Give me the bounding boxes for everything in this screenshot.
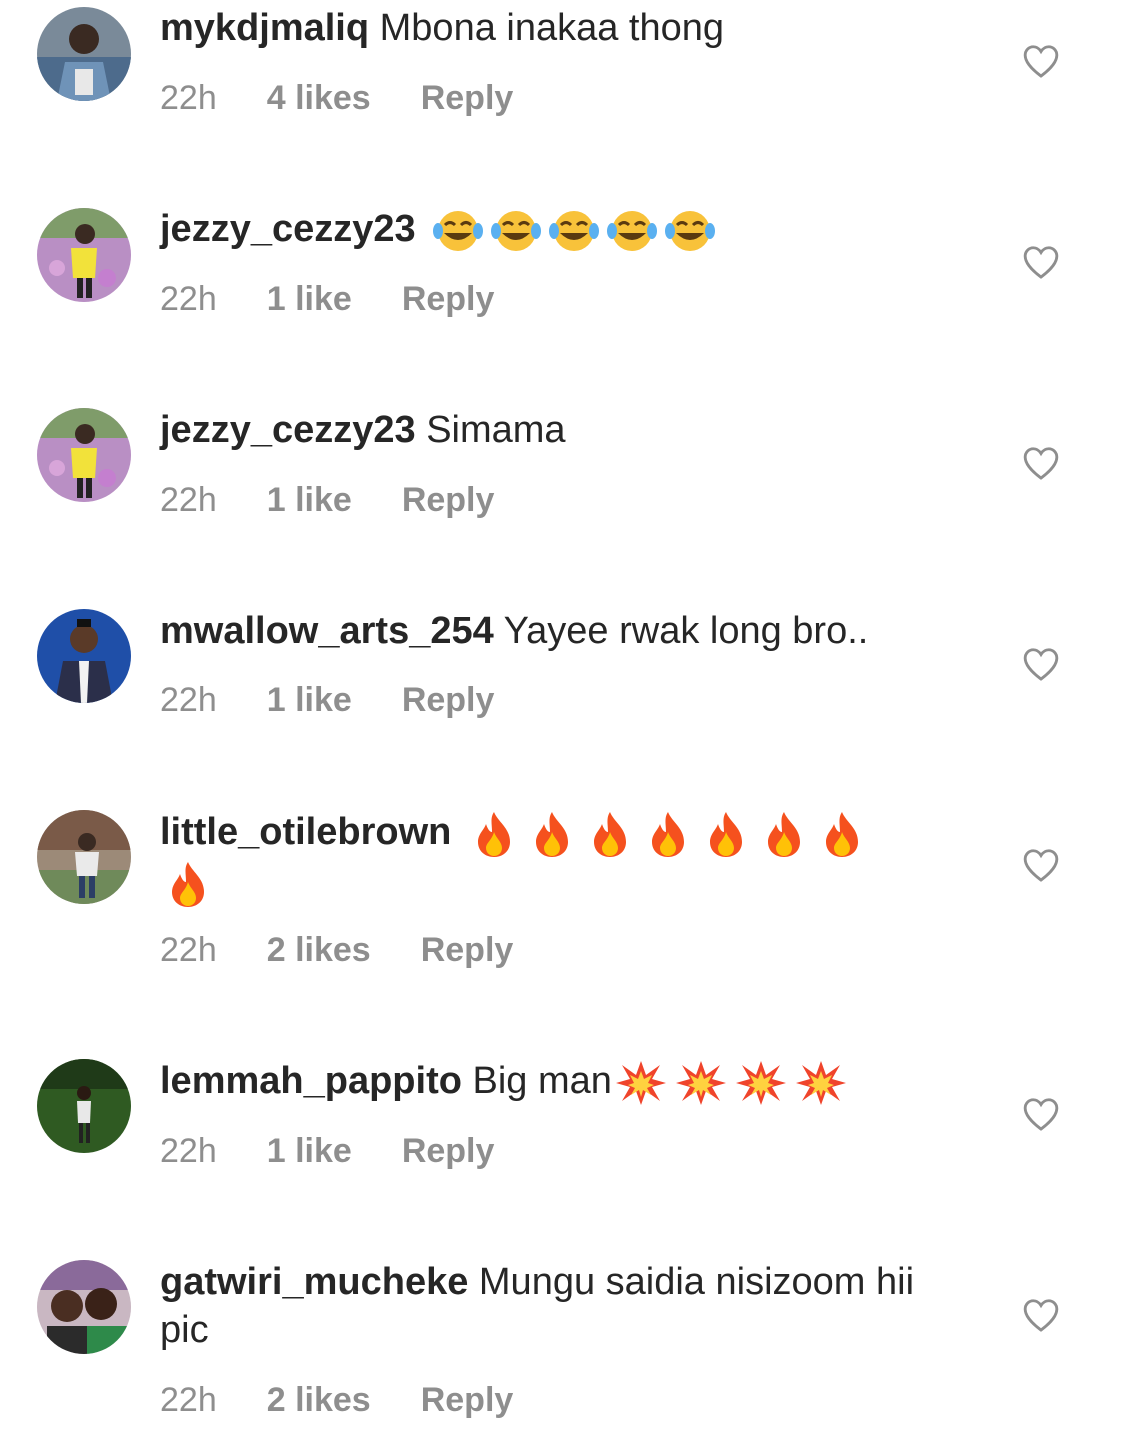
- reply-button[interactable]: Reply: [402, 680, 495, 720]
- reply-button[interactable]: Reply: [402, 480, 495, 520]
- comment-text: Yayee rwak long bro..: [503, 610, 869, 652]
- comment-time: 22h: [160, 1381, 217, 1419]
- comment-time: 22h: [160, 79, 217, 117]
- collision-emoji: [614, 1059, 668, 1107]
- collision-emoji: [674, 1059, 728, 1107]
- collision-emoji: [734, 1059, 788, 1107]
- heart-outline-icon[interactable]: [1022, 445, 1060, 481]
- avatar-selfie-icon: [37, 1260, 131, 1354]
- tears-of-joy-emoji: [490, 209, 542, 253]
- heart-outline-icon[interactable]: [1022, 244, 1060, 280]
- avatar[interactable]: [37, 7, 131, 101]
- avatar[interactable]: [37, 408, 131, 502]
- avatar-flower-field-icon: [37, 208, 131, 302]
- avatar-green-field-icon: [37, 1059, 131, 1153]
- comment-likes[interactable]: 1 like: [267, 1131, 352, 1171]
- tears-of-joy-emoji: [548, 209, 600, 253]
- comment-time: 22h: [160, 931, 217, 969]
- comment-username[interactable]: gatwiri_mucheke: [160, 1261, 468, 1303]
- comment-username[interactable]: lemmah_pappito: [160, 1060, 462, 1102]
- comment-username[interactable]: mykdjmaliq: [160, 7, 369, 49]
- comment-username[interactable]: jezzy_cezzy23: [160, 409, 416, 451]
- reply-button[interactable]: Reply: [402, 1131, 495, 1171]
- collision-emoji: [794, 1059, 848, 1107]
- avatar-blue-background-icon: [37, 609, 131, 703]
- avatar[interactable]: [37, 810, 131, 904]
- comment-time: 22h: [160, 280, 217, 318]
- fire-emoji: [468, 810, 520, 858]
- comment-username[interactable]: jezzy_cezzy23: [160, 208, 416, 250]
- avatar[interactable]: [37, 208, 131, 302]
- comment-time: 22h: [160, 681, 217, 719]
- comment-likes[interactable]: 2 likes: [267, 930, 371, 970]
- heart-outline-icon[interactable]: [1022, 1297, 1060, 1333]
- comment-time: 22h: [160, 481, 217, 519]
- tears-of-joy-emoji: [606, 209, 658, 253]
- comment-username[interactable]: little_otilebrown: [160, 811, 451, 853]
- heart-outline-icon[interactable]: [1022, 1096, 1060, 1132]
- avatar[interactable]: [37, 609, 131, 703]
- reply-button[interactable]: Reply: [421, 1380, 514, 1420]
- reply-button[interactable]: Reply: [402, 279, 495, 319]
- reply-button[interactable]: Reply: [421, 78, 514, 118]
- avatar-flower-field-icon: [37, 408, 131, 502]
- fire-emoji: [700, 810, 752, 858]
- fire-emoji: [758, 810, 810, 858]
- avatar-outdoor-building-icon: [37, 810, 131, 904]
- comment-likes[interactable]: 1 like: [267, 680, 352, 720]
- comment-text: Simama: [426, 409, 566, 451]
- reply-button[interactable]: Reply: [421, 930, 514, 970]
- fire-emoji: [162, 860, 214, 908]
- avatar[interactable]: [37, 1260, 131, 1354]
- comment-time: 22h: [160, 1132, 217, 1170]
- fire-emoji: [642, 810, 694, 858]
- tears-of-joy-emoji: [432, 209, 484, 253]
- avatar-denim-jacket-icon: [37, 7, 131, 101]
- tears-of-joy-emoji: [664, 209, 716, 253]
- avatar[interactable]: [37, 1059, 131, 1153]
- fire-emoji: [526, 810, 578, 858]
- comment-likes[interactable]: 4 likes: [267, 78, 371, 118]
- comment-text: Big man: [472, 1060, 612, 1102]
- fire-emoji: [584, 810, 636, 858]
- comment-likes[interactable]: 1 like: [267, 480, 352, 520]
- comment-text: Mbona inakaa thong: [379, 7, 725, 49]
- comment-likes[interactable]: 1 like: [267, 279, 352, 319]
- heart-outline-icon[interactable]: [1022, 847, 1060, 883]
- comment-likes[interactable]: 2 likes: [267, 1380, 371, 1420]
- comment-username[interactable]: mwallow_arts_254: [160, 610, 494, 652]
- heart-outline-icon[interactable]: [1022, 43, 1060, 79]
- heart-outline-icon[interactable]: [1022, 646, 1060, 682]
- fire-emoji: [816, 810, 868, 858]
